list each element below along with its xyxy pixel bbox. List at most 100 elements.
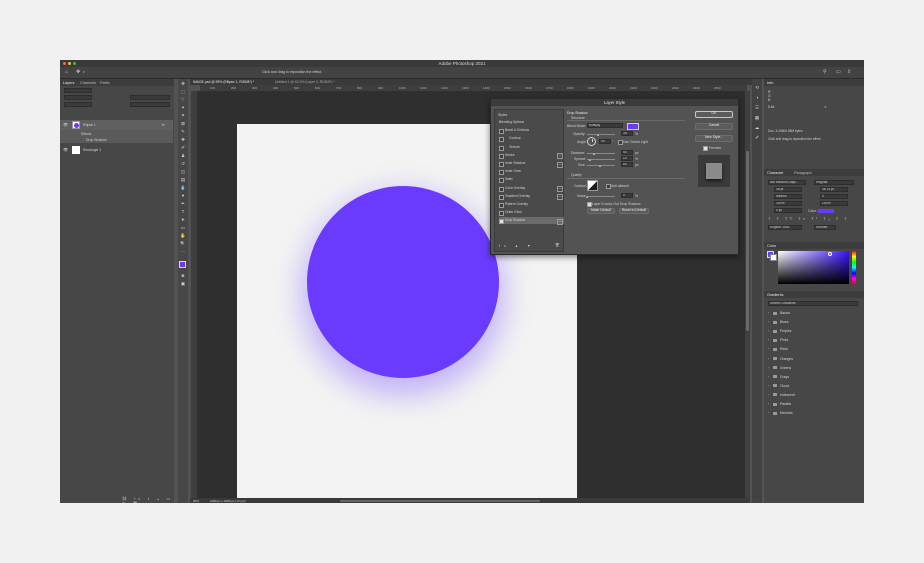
color-field[interactable]	[778, 251, 849, 284]
eyedropper-icon[interactable]: ✎	[180, 129, 186, 135]
visibility-eye-icon[interactable]: 👁	[63, 122, 68, 127]
add-style-icon[interactable]: +	[557, 186, 563, 193]
opacity-field[interactable]	[130, 95, 170, 100]
opacity-field[interactable]: 35	[621, 131, 633, 136]
tab-gradients[interactable]: Gradients	[767, 293, 783, 297]
gradient-group[interactable]: › Pinks	[768, 336, 858, 344]
style-checkbox[interactable]	[499, 137, 504, 143]
gradient-group[interactable]: › Greens	[768, 364, 858, 372]
language-select[interactable]: English: USA	[768, 225, 802, 230]
chevron-down-icon[interactable]: ▾	[83, 70, 85, 75]
visibility-eye-icon[interactable]: 👁	[63, 147, 68, 152]
doc-info[interactable]: 1080 px x 1080 px (72 ppi)	[210, 499, 246, 503]
screen-mode-icon[interactable]: ▣	[180, 281, 186, 287]
size-knob[interactable]	[599, 165, 601, 167]
distance-field[interactable]: 40	[621, 150, 633, 155]
history-icon[interactable]: ⟲	[754, 85, 760, 91]
layer-row-drop-shadow[interactable]: Drop Shadow	[60, 136, 173, 143]
style-item-color-overlay[interactable]: Color Overlay +	[499, 185, 564, 193]
horizontal-scale-field[interactable]: 100%	[820, 201, 848, 206]
style-checkbox[interactable]	[499, 162, 504, 167]
style-item-bevel-emboss[interactable]: Bevel & Emboss	[499, 127, 564, 135]
style-item-blending-options[interactable]: Blending Options	[499, 119, 564, 126]
gradient-group[interactable]: › Blues	[768, 318, 858, 326]
gradient-group[interactable]: › Grays	[768, 373, 858, 381]
history-brush-icon[interactable]: ↺	[180, 161, 186, 167]
spread-knob[interactable]	[589, 159, 591, 161]
style-checkbox[interactable]	[499, 129, 504, 135]
lock-row[interactable]	[64, 102, 92, 107]
pen-tool-icon[interactable]: ✒	[180, 201, 186, 207]
horizontal-scrollbar[interactable]	[340, 499, 540, 502]
marquee-tool-icon[interactable]: ⬚	[180, 89, 186, 95]
style-checkbox[interactable]	[499, 211, 504, 217]
zoom-tool-icon[interactable]: 🔍	[180, 241, 186, 247]
swatches-icon[interactable]: ▦	[754, 115, 760, 121]
styles-header[interactable]: Styles	[498, 113, 507, 117]
style-item-stroke[interactable]: Stroke +	[499, 152, 564, 160]
more-tools-icon[interactable]: ⋯	[180, 249, 186, 255]
layers-footer-icons[interactable]: ⛓ fx ◐ ◒ ▭ ⊞ 🗑	[122, 496, 174, 503]
noise-field[interactable]: 0	[621, 193, 633, 198]
fill-field[interactable]	[130, 102, 170, 107]
size-slider[interactable]	[587, 165, 615, 166]
add-style-icon[interactable]: +	[557, 161, 563, 168]
frame-tool-icon[interactable]: ⊠	[180, 121, 186, 127]
properties-icon[interactable]: ☰	[754, 105, 760, 111]
trash-icon[interactable]: 🗑	[555, 243, 559, 247]
chevron-right-icon[interactable]: ›	[768, 409, 769, 417]
style-checkbox[interactable]	[499, 170, 504, 176]
font-size-field[interactable]: 36 pt	[774, 187, 802, 192]
kerning-field[interactable]: Metrics	[774, 194, 802, 199]
doc-tab-image[interactable]: IMAGE.psd @ 99% (Ellipse 1, RGB/8*) *	[193, 80, 254, 84]
angle-field[interactable]: 90	[599, 139, 611, 144]
ok-button[interactable]: OK	[695, 111, 733, 118]
leading-field[interactable]: 48.75 pt	[820, 187, 848, 192]
chevron-right-icon[interactable]: ›	[768, 336, 769, 344]
new-style-button[interactable]: New Style...	[695, 135, 733, 142]
spread-field[interactable]: 10	[621, 156, 633, 161]
hand-tool-icon[interactable]: ✋	[180, 233, 186, 239]
quick-mask-icon[interactable]: ◙	[180, 273, 186, 279]
style-checkbox[interactable]	[499, 153, 504, 159]
shadow-color-swatch[interactable]	[627, 123, 639, 130]
gradient-group[interactable]: › Pastels	[768, 400, 858, 408]
gradient-group[interactable]: › Reds	[768, 345, 858, 353]
stamp-tool-icon[interactable]: ♟	[180, 153, 186, 159]
vertical-scrollbar[interactable]	[745, 91, 750, 498]
style-item-inner-glow[interactable]: Inner Glow	[499, 168, 564, 176]
libraries-icon[interactable]: ☁	[754, 125, 760, 131]
cancel-button[interactable]: Cancel	[695, 123, 733, 130]
style-item-drop-shadow[interactable]: Drop Shadow +	[499, 217, 564, 225]
tab-paths[interactable]: Paths	[100, 81, 110, 85]
bg-color-swatch[interactable]	[770, 254, 777, 261]
style-checkbox[interactable]	[499, 203, 504, 208]
add-style-icon[interactable]: +	[557, 153, 563, 160]
gradient-group[interactable]: › Iridescent	[768, 391, 858, 399]
tab-info[interactable]: Info	[767, 81, 773, 85]
lasso-tool-icon[interactable]: ➰	[180, 97, 186, 103]
style-item-contour[interactable]: Contour	[499, 135, 564, 143]
move-tool-icon[interactable]: ✥	[76, 70, 80, 75]
zoom-level[interactable]: 99%	[193, 499, 199, 503]
opacity-knob[interactable]	[597, 134, 599, 136]
home-icon[interactable]: ⌂	[65, 70, 68, 75]
style-item-gradient-overlay[interactable]: Gradient Overlay +	[499, 193, 564, 201]
add-style-icon[interactable]: +	[557, 218, 563, 225]
gradient-group[interactable]: › Basics	[768, 309, 858, 317]
style-item-inner-shadow[interactable]: Inner Shadow +	[499, 160, 564, 168]
style-item-outer-glow[interactable]: Outer Glow	[499, 209, 564, 217]
chevron-right-icon[interactable]: ›	[768, 309, 769, 317]
chevron-right-icon[interactable]: ›	[768, 318, 769, 326]
gradient-group[interactable]: › Neutrals	[768, 409, 858, 417]
chevron-right-icon[interactable]: ›	[768, 382, 769, 390]
blend-mode-select[interactable]	[64, 95, 92, 100]
adjustments-icon[interactable]: ◑	[754, 95, 760, 101]
style-item-satin[interactable]: Satin	[499, 176, 564, 184]
styles-footer-icons[interactable]: fx ▲ ▼	[499, 244, 535, 248]
chevron-right-icon[interactable]: ›	[768, 345, 769, 353]
blend-mode-select[interactable]: Multiply	[587, 123, 623, 128]
angle-dial[interactable]	[587, 137, 596, 146]
style-item-texture[interactable]: Texture	[499, 144, 564, 151]
spread-slider[interactable]	[587, 159, 615, 160]
